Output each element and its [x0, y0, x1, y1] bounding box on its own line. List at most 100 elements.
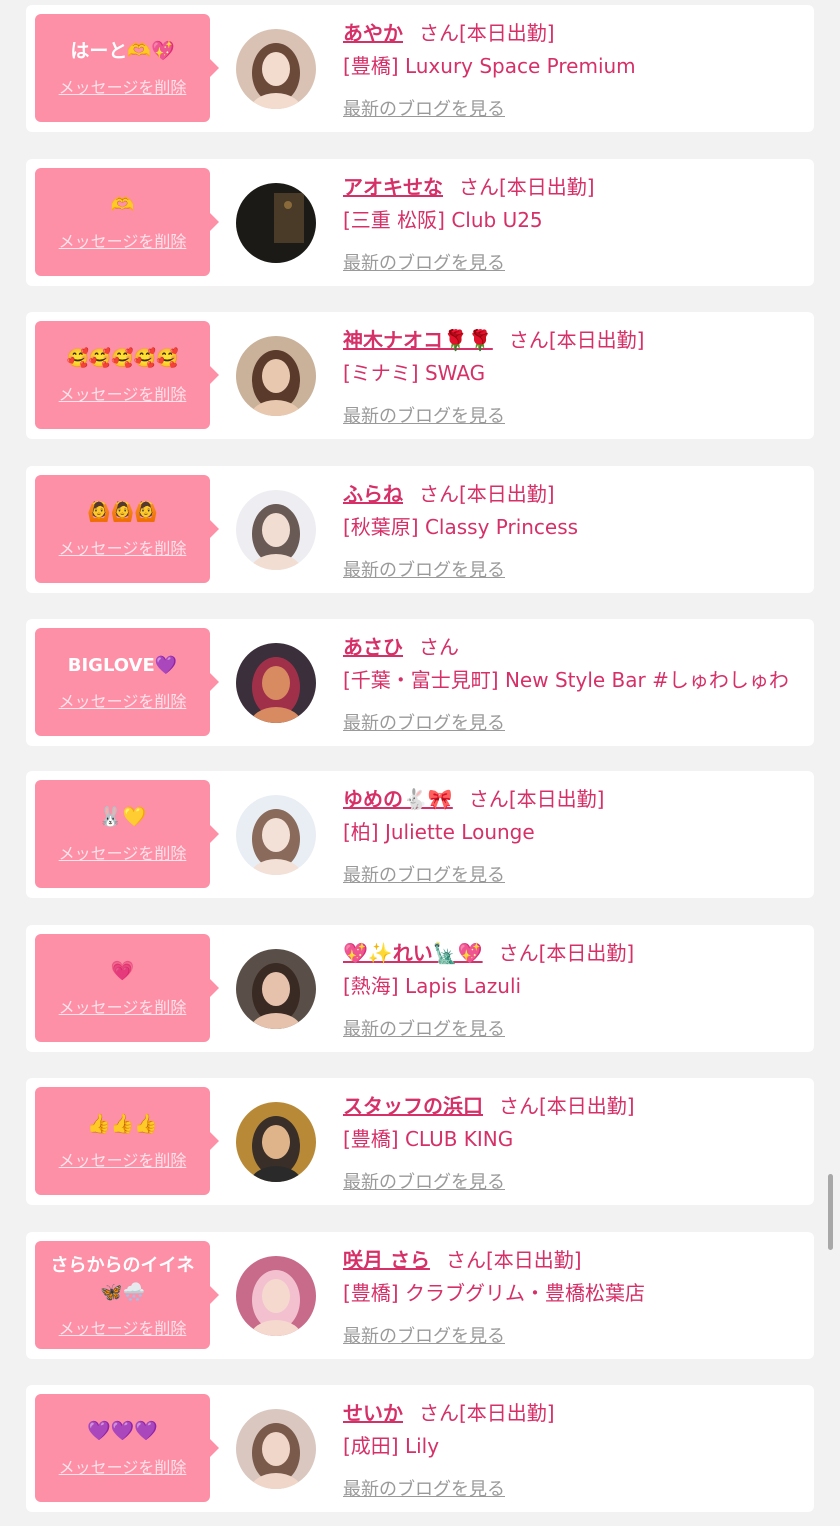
attendance-status: [本日出勤] — [459, 21, 555, 45]
cast-info: スタッフの浜口 さん[本日出勤] [豊橋] CLUB KING 最新のブログを見る — [343, 1090, 804, 1194]
latest-blog-link[interactable]: 最新のブログを見る — [343, 1475, 505, 1501]
cast-info: ゆめの🐇🎀 さん[本日出勤] [柏] Juliette Lounge 最新のブログ… — [343, 783, 804, 887]
message-text: 🐰💛 — [98, 806, 147, 828]
cast-header: 咲月 さら さん[本日出勤] — [343, 1244, 804, 1274]
avatar[interactable] — [236, 183, 316, 263]
latest-blog-link[interactable]: 最新のブログを見る — [343, 861, 505, 887]
cast-name-link[interactable]: スタッフの浜口 — [343, 1094, 483, 1118]
delete-message-link[interactable]: メッセージを削除 — [59, 74, 187, 98]
honorific-label: さん — [419, 635, 459, 659]
latest-blog-link[interactable]: 最新のブログを見る — [343, 709, 505, 735]
delete-message-link[interactable]: メッセージを削除 — [59, 840, 187, 864]
latest-blog-link[interactable]: 最新のブログを見る — [343, 249, 505, 275]
delete-message-link[interactable]: メッセージを削除 — [59, 228, 187, 252]
delete-message-link[interactable]: メッセージを削除 — [59, 1147, 187, 1171]
honorific-label: さん — [419, 482, 459, 506]
avatar-woman-icon — [236, 949, 316, 1029]
honorific-label: さん — [419, 1401, 459, 1425]
cast-name-link[interactable]: あさひ — [343, 635, 403, 659]
avatar[interactable] — [236, 29, 316, 109]
avatar[interactable] — [236, 1102, 316, 1182]
shop-label: [熱海] Lapis Lazuli — [343, 974, 522, 998]
latest-blog-link[interactable]: 最新のブログを見る — [343, 1015, 505, 1041]
avatar[interactable] — [236, 643, 316, 723]
cast-name-link[interactable]: せいか — [343, 1401, 403, 1425]
avatar-woman-icon — [236, 1256, 316, 1336]
message-bubble: 👍👍👍 メッセージを削除 — [35, 1087, 219, 1195]
message-card-6: 🐰💛 メッセージを削除 ゆめの🐇🎀 さん[本日出勤] [柏] Juliette L… — [26, 771, 814, 898]
latest-blog-link[interactable]: 最新のブログを見る — [343, 556, 505, 582]
cast-header: スタッフの浜口 さん[本日出勤] — [343, 1090, 804, 1120]
message-text: BIGLOVE💜 — [67, 655, 178, 676]
delete-message-link[interactable]: メッセージを削除 — [59, 535, 187, 559]
avatar-woman-icon — [236, 1409, 316, 1489]
message-card-8: 👍👍👍 メッセージを削除 スタッフの浜口 さん[本日出勤] [豊橋] CLUB K… — [26, 1078, 814, 1205]
avatar-woman-icon — [236, 795, 316, 875]
cast-info: ふらね さん[本日出勤] [秋葉原] Classy Princess 最新のブログ… — [343, 478, 804, 582]
cast-name-link[interactable]: 神木ナオコ🌹🌹 — [343, 328, 493, 352]
cast-header: 💖✨れい🗽💖 さん[本日出勤] — [343, 937, 804, 967]
honorific-label: さん — [498, 941, 539, 965]
cast-info: 💖✨れい🗽💖 さん[本日出勤] [熱海] Lapis Lazuli 最新のブログを… — [343, 937, 804, 1041]
avatar[interactable] — [236, 795, 316, 875]
cast-name-link[interactable]: ふらね — [343, 482, 403, 506]
message-bubble: 🥰🥰🥰🥰🥰 メッセージを削除 — [35, 321, 219, 429]
cast-header: アオキせな さん[本日出勤] — [343, 171, 804, 201]
cast-name-link[interactable]: あやか — [343, 21, 403, 45]
message-text: 🙆🙆🙆 — [87, 501, 158, 523]
avatar-night-icon — [236, 183, 316, 263]
cast-name-link[interactable]: 咲月 さら — [343, 1248, 430, 1272]
shop-label: [三重 松阪] Club U25 — [343, 208, 543, 232]
shop-label: [柏] Juliette Lounge — [343, 820, 535, 844]
message-card-5: BIGLOVE💜 メッセージを削除 あさひ さん [千葉・富士見町] New St… — [26, 619, 814, 746]
avatar-woman-icon — [236, 643, 316, 723]
avatar[interactable] — [236, 1409, 316, 1489]
delete-message-link[interactable]: メッセージを削除 — [59, 1315, 187, 1339]
cast-name-link[interactable]: アオキせな — [343, 175, 443, 199]
message-text: 🫶 — [110, 194, 135, 216]
message-text: さらからのイイネ🦋🌨️ — [50, 1254, 195, 1303]
cast-header: 神木ナオコ🌹🌹 さん[本日出勤] — [343, 324, 804, 354]
message-text: 💜💜💜 — [87, 1420, 158, 1442]
avatar-man-icon — [236, 1102, 316, 1182]
avatar-woman-icon — [236, 490, 316, 570]
honorific-label: さん — [459, 175, 499, 199]
avatar[interactable] — [236, 490, 316, 570]
cast-header: ふらね さん[本日出勤] — [343, 478, 804, 508]
message-card-1: はーと🫶💖 メッセージを削除 あやか さん[本日出勤] [豊橋] Luxury S… — [26, 5, 814, 132]
honorific-label: さん — [445, 1248, 486, 1272]
delete-message-link[interactable]: メッセージを削除 — [59, 1454, 187, 1478]
message-text: 👍👍👍 — [87, 1113, 158, 1135]
avatar-woman-icon — [236, 29, 316, 109]
avatar[interactable] — [236, 949, 316, 1029]
message-card-4: 🙆🙆🙆 メッセージを削除 ふらね さん[本日出勤] [秋葉原] Classy Pr… — [26, 466, 814, 593]
message-card-7: 💗 メッセージを削除 💖✨れい🗽💖 さん[本日出勤] [熱海] Lapis Laz… — [26, 925, 814, 1052]
attendance-status: [本日出勤] — [539, 1094, 635, 1118]
avatar[interactable] — [236, 1256, 316, 1336]
message-bubble: BIGLOVE💜 メッセージを削除 — [35, 628, 219, 736]
cast-name-link[interactable]: ゆめの🐇🎀 — [343, 787, 453, 811]
cast-header: せいか さん[本日出勤] — [343, 1397, 804, 1427]
latest-blog-link[interactable]: 最新のブログを見る — [343, 1168, 505, 1194]
message-bubble: はーと🫶💖 メッセージを削除 — [35, 14, 219, 122]
attendance-status: [本日出勤] — [459, 482, 555, 506]
delete-message-link[interactable]: メッセージを削除 — [59, 994, 187, 1018]
delete-message-link[interactable]: メッセージを削除 — [59, 381, 187, 405]
attendance-status: [本日出勤] — [499, 175, 595, 199]
shop-label: [豊橋] Luxury Space Premium — [343, 54, 636, 78]
latest-blog-link[interactable]: 最新のブログを見る — [343, 402, 505, 428]
message-text: 💗 — [110, 960, 135, 982]
cast-info: 神木ナオコ🌹🌹 さん[本日出勤] [ミナミ] SWAG 最新のブログを見る — [343, 324, 804, 428]
cast-info: あさひ さん [千葉・富士見町] New Style Bar #しゅわしゅわ 最新… — [343, 631, 804, 735]
message-text: 🥰🥰🥰🥰🥰 — [66, 348, 179, 369]
message-bubble: 🫶 メッセージを削除 — [35, 168, 219, 276]
scrollbar[interactable] — [828, 1174, 833, 1250]
shop-label: [千葉・富士見町] New Style Bar #しゅわしゅわ — [343, 668, 789, 692]
latest-blog-link[interactable]: 最新のブログを見る — [343, 1322, 505, 1348]
cast-name-link[interactable]: 💖✨れい🗽💖 — [343, 941, 483, 965]
delete-message-link[interactable]: メッセージを削除 — [59, 688, 187, 712]
avatar[interactable] — [236, 336, 316, 416]
message-bubble: 🙆🙆🙆 メッセージを削除 — [35, 475, 219, 583]
cast-header: あやか さん[本日出勤] — [343, 17, 804, 47]
latest-blog-link[interactable]: 最新のブログを見る — [343, 95, 505, 121]
